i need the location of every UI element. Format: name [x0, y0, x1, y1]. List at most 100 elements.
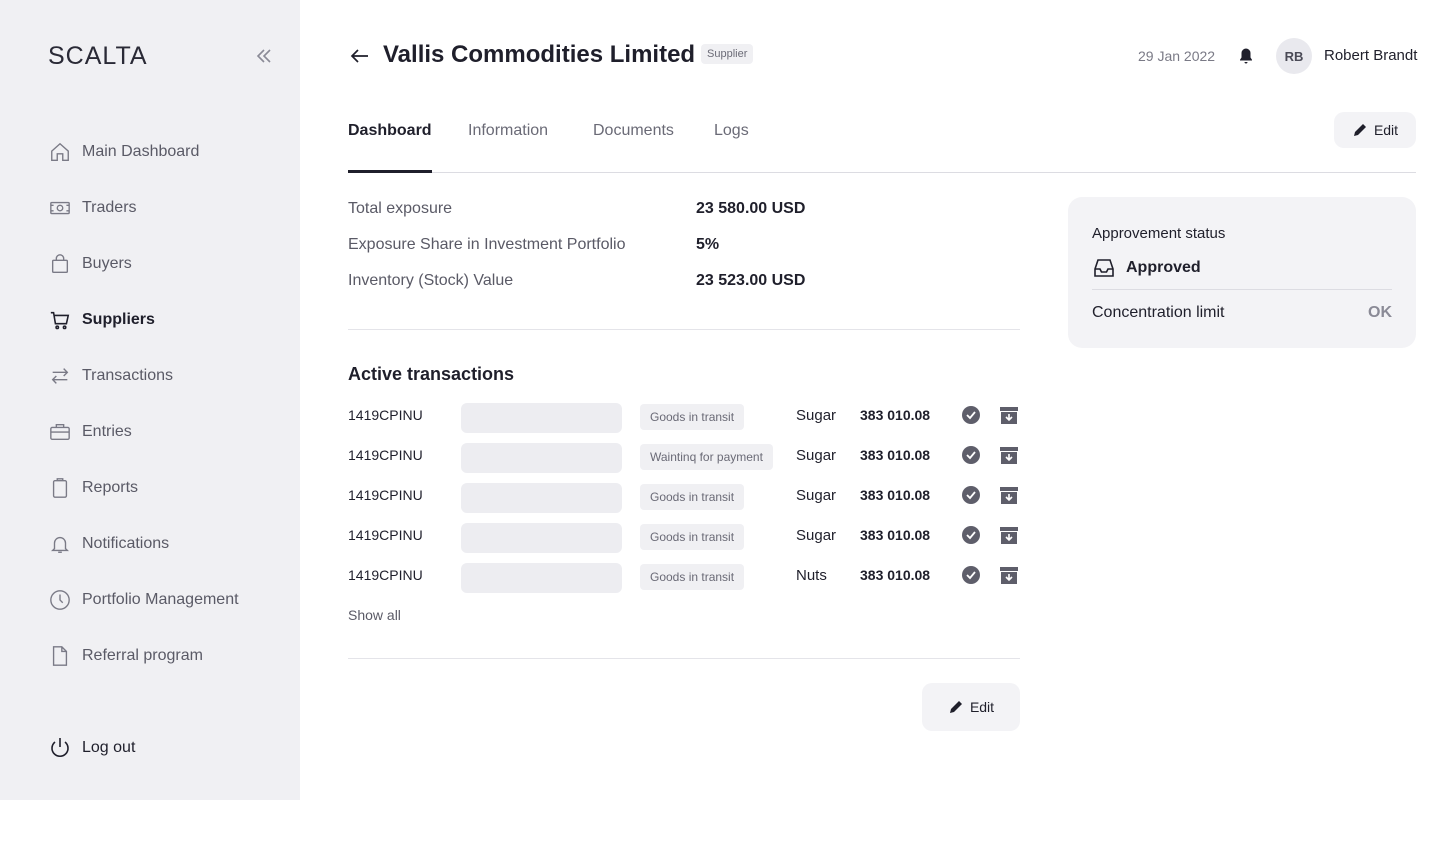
- transaction-id: 1419CPINU: [348, 567, 423, 583]
- edit-label: Edit: [969, 699, 995, 715]
- archive-download-icon[interactable]: [999, 565, 1019, 585]
- check-circle-icon[interactable]: [961, 565, 981, 585]
- sidebar-item-label: Suppliers: [82, 311, 155, 328]
- tab-information[interactable]: Information: [468, 122, 548, 140]
- transaction-amount: 383 010.08: [860, 487, 931, 503]
- card-divider: [1092, 289, 1392, 290]
- check-circle-icon[interactable]: [961, 525, 981, 545]
- edit-header-button[interactable]: Edit: [1334, 112, 1416, 148]
- sidebar-item-label: Transactions: [82, 367, 173, 384]
- summary-row: Exposure Share in Investment Portfolio 5…: [348, 236, 1020, 272]
- section-divider: [348, 329, 1020, 330]
- sidebar-item-notifications[interactable]: Notifications: [48, 524, 278, 564]
- status-badge: Goods in transit: [640, 524, 745, 550]
- back-arrow-icon[interactable]: [348, 44, 372, 68]
- check-circle-icon[interactable]: [961, 485, 981, 505]
- power-icon: [48, 736, 72, 760]
- transaction-id: 1419CPINU: [348, 447, 423, 463]
- sidebar: SCALTA Main Dashboard Traders Buyers Sup…: [0, 0, 300, 800]
- tab-logs[interactable]: Logs: [714, 122, 749, 140]
- archive-download-icon[interactable]: [999, 485, 1019, 505]
- edit-transactions-button[interactable]: Edit: [922, 683, 1020, 731]
- sidebar-item-transactions[interactable]: Transactions: [48, 356, 278, 396]
- shopping-bag-icon: [48, 252, 72, 276]
- page-title: Vallis Commodities Limited: [383, 41, 696, 68]
- sidebar-item-reports[interactable]: Reports: [48, 468, 278, 508]
- approvement-status-label: Approvement status: [1092, 225, 1226, 242]
- table-row[interactable]: 1419CPINU Goods in transit Sugar 383 010…: [348, 520, 1020, 560]
- sidebar-item-label: Main Dashboard: [82, 143, 200, 160]
- summary-label: Total exposure: [348, 200, 453, 217]
- approval-status-card: Approvement status Approved Concentratio…: [1068, 197, 1416, 348]
- archive-download-icon[interactable]: [999, 525, 1019, 545]
- status-badge: Goods in transit: [640, 564, 745, 590]
- sidebar-item-entries[interactable]: Entries: [48, 412, 278, 452]
- sidebar-item-label: Traders: [82, 199, 137, 216]
- sidebar-item-label: Notifications: [82, 535, 170, 552]
- section-divider: [348, 658, 1020, 659]
- table-row[interactable]: 1419CPINU Waintinq for payment Sugar 383…: [348, 440, 1020, 480]
- transaction-product: Sugar: [796, 407, 837, 424]
- sidebar-item-buyers[interactable]: Buyers: [48, 244, 278, 284]
- archive-download-icon[interactable]: [999, 405, 1019, 425]
- summary-list: Total exposure 23 580.00 USD Exposure Sh…: [348, 200, 1020, 308]
- tab-bar: Dashboard Information Documents Logs: [348, 112, 1416, 173]
- active-tab-indicator: [348, 170, 432, 173]
- sidebar-item-portfolio-management[interactable]: Portfolio Management: [48, 580, 278, 620]
- arrows-exchange-icon: [48, 364, 72, 388]
- sidebar-item-main-dashboard[interactable]: Main Dashboard: [48, 132, 278, 172]
- transaction-product: Sugar: [796, 487, 837, 504]
- briefcase-icon: [48, 420, 72, 444]
- summary-row: Total exposure 23 580.00 USD: [348, 200, 1020, 236]
- table-row[interactable]: 1419CPINU Goods in transit Nuts 383 010.…: [348, 560, 1020, 600]
- clock-icon: [48, 588, 72, 612]
- transaction-amount: 383 010.08: [860, 527, 931, 543]
- transaction-amount: 383 010.08: [860, 447, 931, 463]
- sidebar-item-label: Buyers: [82, 255, 132, 272]
- pencil-icon: [949, 701, 962, 713]
- notifications-bell-icon[interactable]: [1237, 47, 1255, 65]
- edit-label: Edit: [1373, 122, 1399, 138]
- transaction-id: 1419CPINU: [348, 407, 423, 423]
- table-row[interactable]: 1419CPINU Goods in transit Sugar 383 010…: [348, 480, 1020, 520]
- check-circle-icon[interactable]: [961, 445, 981, 465]
- transaction-placeholder-bar: [461, 483, 622, 513]
- transaction-placeholder-bar: [461, 403, 622, 433]
- sidebar-item-suppliers[interactable]: Suppliers: [48, 300, 278, 340]
- logout-button[interactable]: Log out: [48, 728, 135, 768]
- inbox-icon: [1094, 259, 1114, 277]
- user-name[interactable]: Robert Brandt: [1324, 47, 1417, 64]
- summary-row: Inventory (Stock) Value 23 523.00 USD: [348, 272, 1020, 308]
- transaction-id: 1419CPINU: [348, 527, 423, 543]
- tab-dashboard[interactable]: Dashboard: [348, 122, 432, 140]
- concentration-limit-value: OK: [1368, 304, 1392, 321]
- sidebar-item-referral-program[interactable]: Referral program: [48, 636, 278, 676]
- role-badge: Supplier: [701, 44, 754, 64]
- tab-documents[interactable]: Documents: [593, 122, 674, 140]
- transaction-amount: 383 010.08: [860, 567, 931, 583]
- sidebar-item-label: Portfolio Management: [82, 591, 239, 608]
- transaction-product: Sugar: [796, 447, 837, 464]
- summary-value: 5%: [696, 236, 720, 253]
- check-circle-icon[interactable]: [961, 405, 981, 425]
- clipboard-icon: [48, 476, 72, 500]
- archive-download-icon[interactable]: [999, 445, 1019, 465]
- avatar[interactable]: RB: [1276, 38, 1312, 74]
- cart-icon: [48, 308, 72, 332]
- transaction-product: Sugar: [796, 527, 837, 544]
- transaction-placeholder-bar: [461, 563, 622, 593]
- transaction-product: Nuts: [796, 567, 827, 584]
- show-all-link[interactable]: Show all: [348, 607, 401, 623]
- concentration-limit-label: Concentration limit: [1092, 304, 1225, 321]
- sidebar-item-label: Referral program: [82, 647, 203, 664]
- collapse-sidebar-icon[interactable]: [254, 46, 274, 66]
- status-badge: Goods in transit: [640, 484, 745, 510]
- pencil-icon: [1353, 124, 1366, 136]
- table-row[interactable]: 1419CPINU Goods in transit Sugar 383 010…: [348, 400, 1020, 440]
- sidebar-item-traders[interactable]: Traders: [48, 188, 278, 228]
- summary-value: 23 580.00 USD: [696, 200, 806, 217]
- summary-label: Inventory (Stock) Value: [348, 272, 514, 289]
- current-date: 29 Jan 2022: [1138, 48, 1216, 64]
- logout-label: Log out: [82, 739, 136, 756]
- transactions-list: 1419CPINU Goods in transit Sugar 383 010…: [348, 400, 1020, 600]
